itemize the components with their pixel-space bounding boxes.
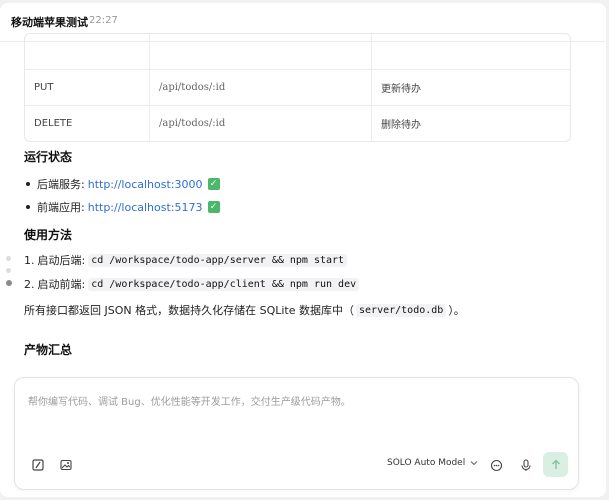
table-row bbox=[25, 34, 570, 69]
composer-placeholder[interactable]: 帮你编写代码、调试 Bug、优化性能等开发工作，交付生产级代码产物。 bbox=[28, 393, 351, 408]
scroll-marker-dot-active[interactable] bbox=[5, 280, 12, 286]
chat-window: 移动端苹果测试 22:27 PUT /api/todos/:id 更新待办 DE… bbox=[0, 3, 606, 497]
scroll-marker-dot[interactable] bbox=[6, 256, 11, 261]
storage-note: 所有接口都返回 JSON 格式，数据持久化存储在 SQLite 数据库中（ se… bbox=[24, 302, 465, 318]
model-selector[interactable]: SOLO Auto Model bbox=[387, 458, 478, 468]
table-cell-method: DELETE bbox=[25, 106, 150, 141]
chat-timestamp: 22:27 bbox=[89, 15, 118, 26]
list-item: 2. 启动前端: cd /workspace/todo-app/client &… bbox=[24, 276, 360, 292]
status-label: 后端服务: bbox=[37, 178, 85, 191]
note-text-after: ）。 bbox=[448, 304, 465, 317]
chat-bubble-icon[interactable] bbox=[487, 456, 505, 474]
api-table: PUT /api/todos/:id 更新待办 DELETE /api/todo… bbox=[24, 33, 571, 142]
table-row: DELETE /api/todos/:id 删除待办 bbox=[25, 105, 570, 141]
table-cell-desc: 更新待办 bbox=[381, 84, 421, 95]
chevron-down-icon bbox=[470, 461, 478, 466]
check-mark-icon: ✓ bbox=[207, 178, 220, 190]
send-button[interactable] bbox=[543, 452, 568, 477]
note-text-before: 所有接口都返回 JSON 格式，数据持久化存储在 SQLite 数据库中（ bbox=[24, 304, 355, 317]
step-label: 启动后端: bbox=[37, 254, 86, 267]
step-number: 2. bbox=[24, 277, 35, 291]
image-upload-icon[interactable] bbox=[57, 456, 75, 474]
model-selector-label: SOLO Auto Model bbox=[387, 458, 466, 468]
table-cell-method: PUT bbox=[25, 70, 150, 105]
slash-command-icon[interactable] bbox=[29, 456, 47, 474]
table-row: PUT /api/todos/:id 更新待办 bbox=[25, 69, 570, 105]
message-composer[interactable]: 帮你编写代码、调试 Bug、优化性能等开发工作，交付生产级代码产物。 SOLO … bbox=[14, 377, 579, 490]
table-cell-path: /api/todos/:id bbox=[150, 106, 372, 141]
table-cell-path: /api/todos/:id bbox=[150, 70, 372, 105]
arrow-up-icon bbox=[551, 459, 560, 469]
scroll-marker-dot[interactable] bbox=[6, 268, 11, 273]
usage-heading: 使用方法 bbox=[24, 228, 73, 242]
command-code: cd /workspace/todo-app/client && npm run… bbox=[88, 277, 360, 291]
step-label: 启动前端: bbox=[37, 278, 86, 291]
list-item: 1. 启动后端: cd /workspace/todo-app/server &… bbox=[24, 252, 348, 268]
table-cell-desc bbox=[372, 34, 570, 69]
list-item: 前端应用: http://localhost:5173 ✓ bbox=[24, 199, 220, 215]
table-cell-desc: 删除待办 bbox=[381, 120, 421, 131]
bullet bbox=[26, 205, 30, 209]
status-heading: 运行状态 bbox=[24, 150, 73, 164]
table-cell-method bbox=[25, 34, 150, 69]
step-number: 1. bbox=[24, 253, 35, 267]
microphone-icon[interactable] bbox=[517, 456, 535, 474]
artifacts-heading: 产物汇总 bbox=[24, 343, 73, 357]
status-label: 前端应用: bbox=[37, 201, 85, 214]
command-code: cd /workspace/todo-app/server && npm sta… bbox=[88, 253, 348, 267]
chat-title: 移动端苹果测试 bbox=[11, 16, 88, 29]
bullet bbox=[26, 182, 30, 186]
db-path-code: server/todo.db bbox=[356, 303, 447, 317]
check-mark-icon: ✓ bbox=[207, 201, 220, 213]
list-item: 后端服务: http://localhost:3000 ✓ bbox=[24, 176, 220, 192]
frontend-url-link[interactable]: http://localhost:5173 bbox=[88, 201, 203, 214]
table-cell-path bbox=[150, 34, 372, 69]
backend-url-link[interactable]: http://localhost:3000 bbox=[88, 178, 203, 191]
